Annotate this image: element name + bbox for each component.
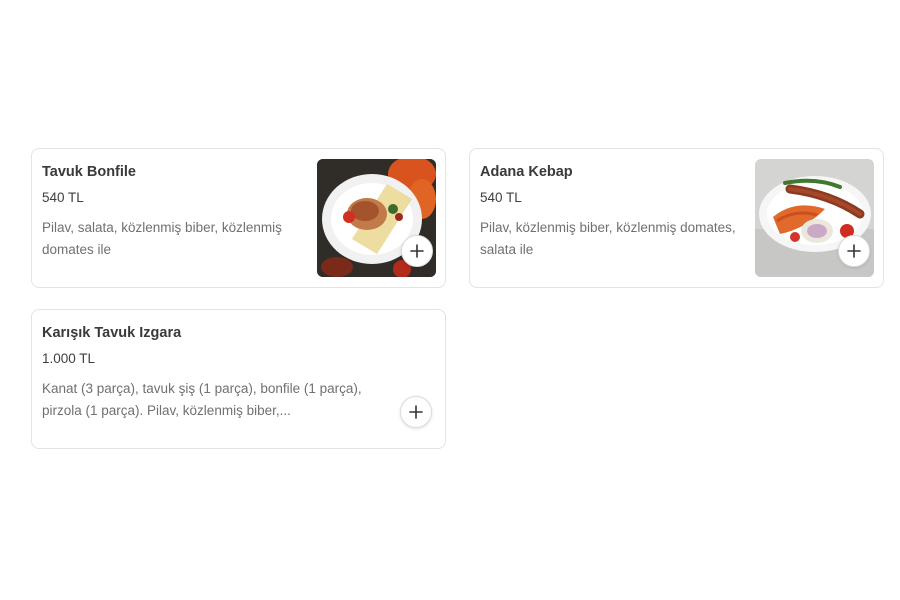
plus-icon bbox=[410, 244, 424, 258]
menu-item-description: Pilav, közlenmiş biber, közlenmiş domate… bbox=[480, 220, 736, 257]
menu-item-card-adana-kebap[interactable]: Adana Kebap 540 TL Pilav, közlenmiş bibe… bbox=[469, 148, 884, 288]
menu-item-price: 540 TL bbox=[42, 190, 84, 205]
menu-item-title: Karışık Tavuk Izgara bbox=[42, 325, 182, 341]
menu-item-description: Pilav, salata, közlenmiş biber, közlenmi… bbox=[42, 220, 282, 257]
menu-item-price: 1.000 TL bbox=[42, 351, 96, 366]
plus-icon bbox=[847, 244, 861, 258]
menu-item-card-karisik-tavuk-izgara[interactable]: Karışık Tavuk Izgara 1.000 TL Kanat (3 p… bbox=[31, 309, 446, 449]
menu-grid: Tavuk Bonfile 540 TL Pilav, salata, közl… bbox=[0, 0, 900, 600]
menu-item-text: Tavuk Bonfile 540 TL Pilav, salata, közl… bbox=[42, 163, 305, 261]
menu-item-card-tavuk-bonfile[interactable]: Tavuk Bonfile 540 TL Pilav, salata, közl… bbox=[31, 148, 446, 288]
menu-item-title: Adana Kebap bbox=[480, 164, 573, 180]
add-to-cart-button[interactable] bbox=[400, 396, 432, 428]
menu-item-title: Tavuk Bonfile bbox=[42, 164, 136, 180]
add-to-cart-button[interactable] bbox=[401, 235, 433, 267]
menu-item-text: Adana Kebap 540 TL Pilav, közlenmiş bibe… bbox=[480, 163, 743, 261]
menu-item-text: Karışık Tavuk Izgara 1.000 TL Kanat (3 p… bbox=[42, 324, 385, 422]
add-to-cart-button[interactable] bbox=[838, 235, 870, 267]
plus-icon bbox=[409, 405, 423, 419]
menu-item-description: Kanat (3 parça), tavuk şiş (1 parça), bo… bbox=[42, 381, 362, 418]
menu-item-price: 540 TL bbox=[480, 190, 522, 205]
